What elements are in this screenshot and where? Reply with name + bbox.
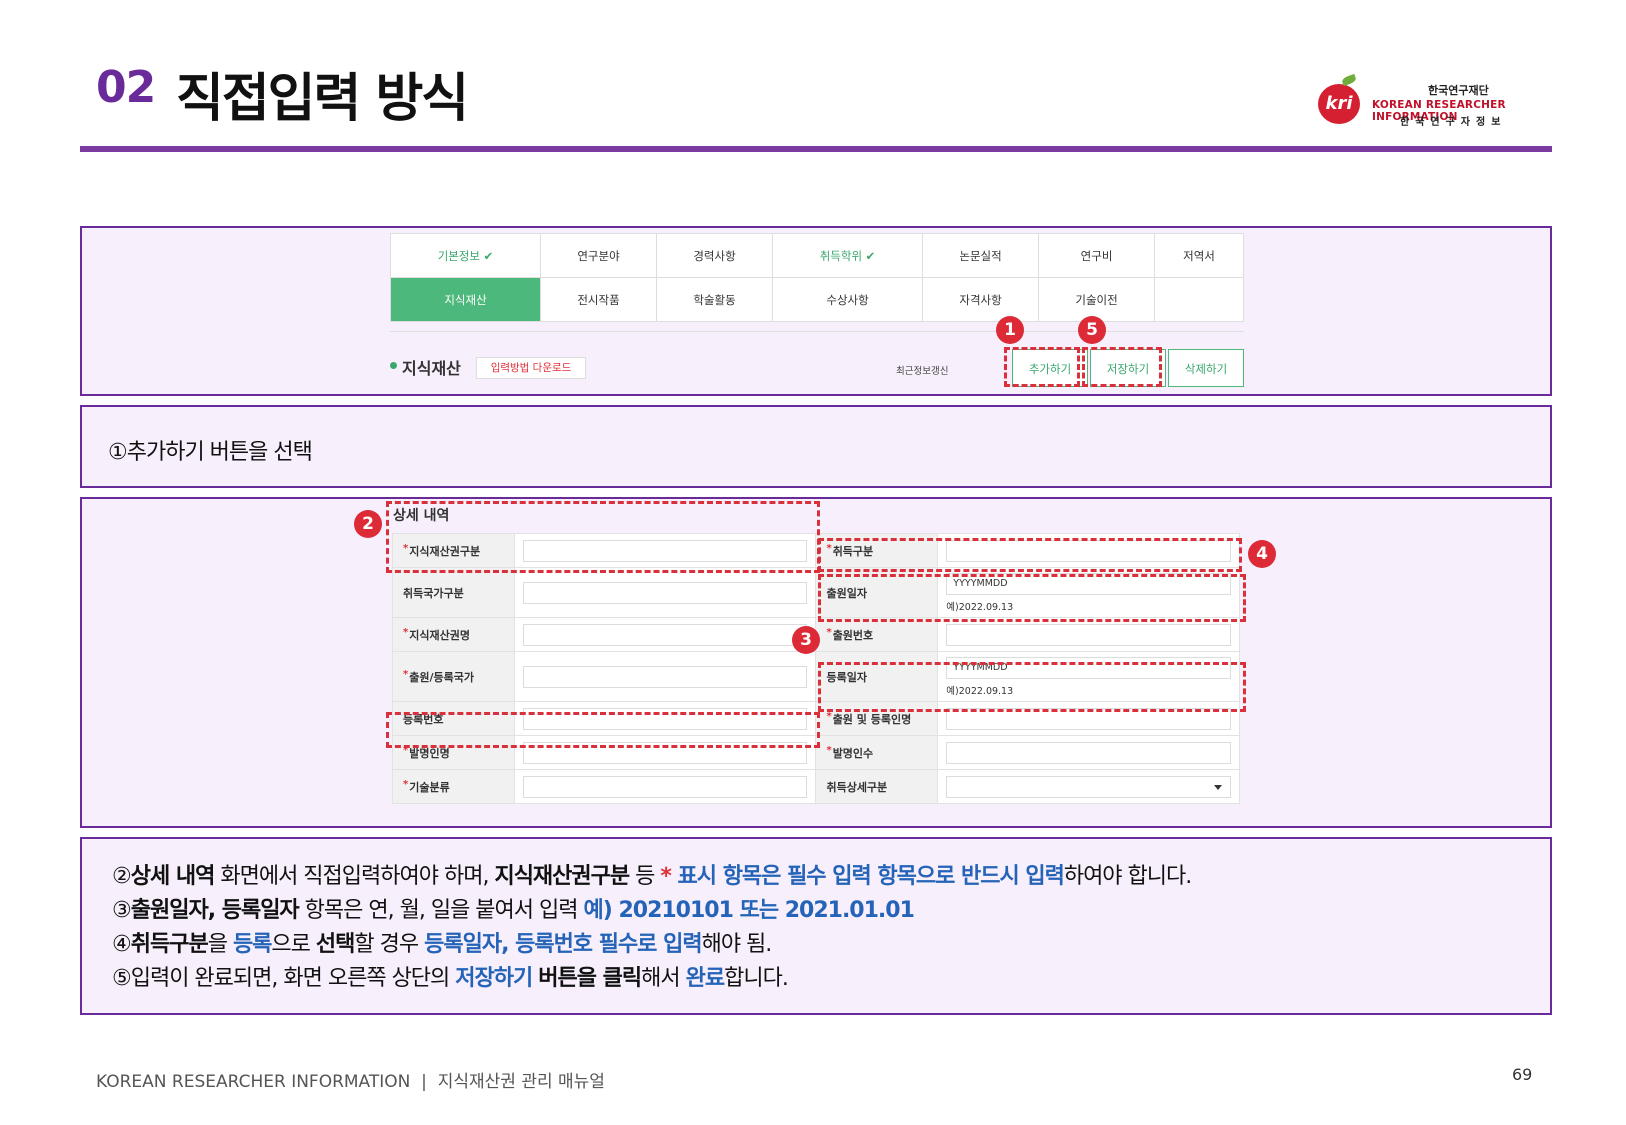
logo-name-ko: 한국연구재단 [1428,84,1489,97]
step-badge-1: 1 [996,316,1024,344]
inventor-count-input[interactable] [946,741,1231,764]
title-divider [80,146,1552,152]
section-divider [390,331,1244,332]
note-4: ④취득구분을 등록으로 선택할 경우 등록일자, 등록번호 필수로 입력해야 됨… [112,932,772,957]
category-tabs: 기본정보 ✔ 연구분야 경력사항 취득학위 ✔ 논문실적 연구비 저역서 지식재… [389,233,1244,322]
note-2: ②상세 내역 화면에서 직접입력하여야 하며, 지식재산권구분 등 * 표시 항… [112,864,1192,889]
step1-instruction: ①추가하기 버튼을 선택 [108,440,313,465]
highlight-add-button [1004,347,1080,387]
tab-career[interactable]: 경력사항 [656,233,774,278]
footer-text: KOREAN RESEARCHER INFORMATION | 지식재산권 관리… [96,1072,605,1092]
tab-papers[interactable]: 논문실적 [922,233,1040,278]
tab-basic-info[interactable]: 기본정보 ✔ [389,233,542,278]
highlight-detail-ip-type [386,501,820,573]
tab-exhibition[interactable]: 전시작품 [540,277,658,322]
label-acq-country-type: 취득국가구분 [392,567,515,618]
label-app-country: *출원/등록국가 [392,651,515,702]
label-inventor-count: *발명인수 [815,735,939,770]
step-badge-5: 5 [1078,316,1106,344]
section-number: 02 [96,62,156,113]
page-number: 69 [1512,1065,1533,1084]
note-5: ⑤입력이 완료되면, 화면 오른쪽 상단의 저장하기 버튼을 클릭해서 완료합니… [112,966,789,991]
tab-academic[interactable]: 학술활동 [656,277,774,322]
page-title: 직접입력 방식 [176,69,469,129]
acq-country-type-input[interactable] [522,581,808,604]
note-3: ③출원일자, 등록일자 항목은 연, 월, 일을 붙여서 입력 예) 20210… [112,898,915,923]
tab-books[interactable]: 저역서 [1154,233,1244,278]
app-no-input[interactable] [946,623,1231,646]
tab-ip[interactable]: 지식재산 [389,277,542,322]
label-tech-class: *기술분류 [392,769,515,804]
tab-empty [1154,277,1244,322]
tab-tech-transfer[interactable]: 기술이전 [1038,277,1156,322]
step-badge-2: 2 [354,510,382,538]
logo-mark: kri [1325,93,1353,114]
highlight-app-date [818,574,1246,622]
logo-name-sub: 한국연구자정보 [1400,117,1507,128]
tech-class-input[interactable] [522,775,808,798]
highlight-save-button [1082,347,1162,387]
ip-name-input[interactable] [522,623,808,646]
highlight-acq-type [818,538,1242,572]
tab-research-field[interactable]: 연구분야 [540,233,658,278]
acq-detail-select[interactable] [946,775,1231,798]
highlight-reg-date [818,662,1246,712]
download-guide-button[interactable]: 입력방법 다운로드 [476,357,586,379]
tab-funding[interactable]: 연구비 [1038,233,1156,278]
step-badge-4: 4 [1248,540,1276,568]
tab-awards[interactable]: 수상사항 [772,277,924,322]
label-app-no: *출원번호 [815,617,939,652]
label-acq-detail: 취득상세구분 [815,769,939,804]
delete-button[interactable]: 삭제하기 [1168,349,1244,387]
section-title: 지식재산 [402,359,461,378]
tab-degree[interactable]: 취득학위 ✔ [772,233,924,278]
kri-logo: kri 한국연구재단 KOREAN RESEARCHER INFORMATION… [1318,73,1558,130]
app-country-input[interactable] [522,665,808,688]
tab-qualifications[interactable]: 자격사항 [922,277,1040,322]
bullet-icon [390,362,397,369]
step-badge-3: 3 [792,626,820,654]
highlight-reg-no [386,712,820,748]
label-ip-name: *지식재산권명 [392,617,515,652]
leaf-icon [1341,73,1357,87]
recent-update-label: 최근정보갱신 [896,366,949,377]
